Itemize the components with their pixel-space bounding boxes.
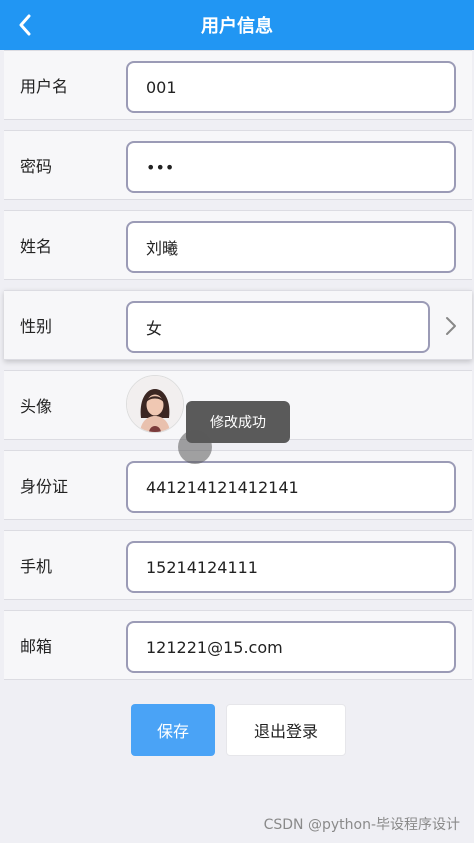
email-label: 邮箱 (20, 637, 53, 656)
row-username: 用户名 001 (4, 50, 472, 120)
avatar-label: 头像 (20, 397, 53, 416)
row-email: 邮箱 121221@15.com (4, 610, 472, 680)
app-header: 用户信息 (0, 0, 474, 50)
avatar-image (127, 376, 183, 432)
phone-field[interactable]: 15214124111 (126, 541, 456, 593)
password-field[interactable]: ••• (126, 141, 456, 193)
save-button[interactable]: 保存 (131, 704, 215, 756)
page-title: 用户信息 (201, 16, 273, 37)
name-field[interactable]: 刘曦 (126, 221, 456, 273)
gender-select[interactable]: 女 (126, 301, 430, 353)
row-gender[interactable]: 性别 女 (4, 290, 472, 360)
email-field[interactable]: 121221@15.com (126, 621, 456, 673)
chevron-left-icon (19, 14, 31, 36)
name-label: 姓名 (20, 237, 53, 256)
row-id-card: 身份证 441214121412141 (4, 450, 472, 520)
phone-label: 手机 (20, 557, 53, 576)
logout-button[interactable]: 退出登录 (226, 704, 346, 756)
username-label: 用户名 (20, 77, 69, 96)
touch-indicator (178, 430, 212, 464)
password-label: 密码 (20, 157, 53, 176)
back-button[interactable] (10, 10, 40, 40)
watermark-text: CSDN @python-毕设程序设计 (263, 817, 460, 833)
row-password: 密码 ••• (4, 130, 472, 200)
gender-label: 性别 (20, 317, 53, 336)
avatar[interactable] (126, 375, 184, 433)
row-phone: 手机 15214124111 (4, 530, 472, 600)
row-name: 姓名 刘曦 (4, 210, 472, 280)
id-card-field[interactable]: 441214121412141 (126, 461, 456, 513)
chevron-right-icon[interactable] (444, 315, 458, 337)
id-card-label: 身份证 (20, 477, 69, 496)
username-field[interactable]: 001 (126, 61, 456, 113)
